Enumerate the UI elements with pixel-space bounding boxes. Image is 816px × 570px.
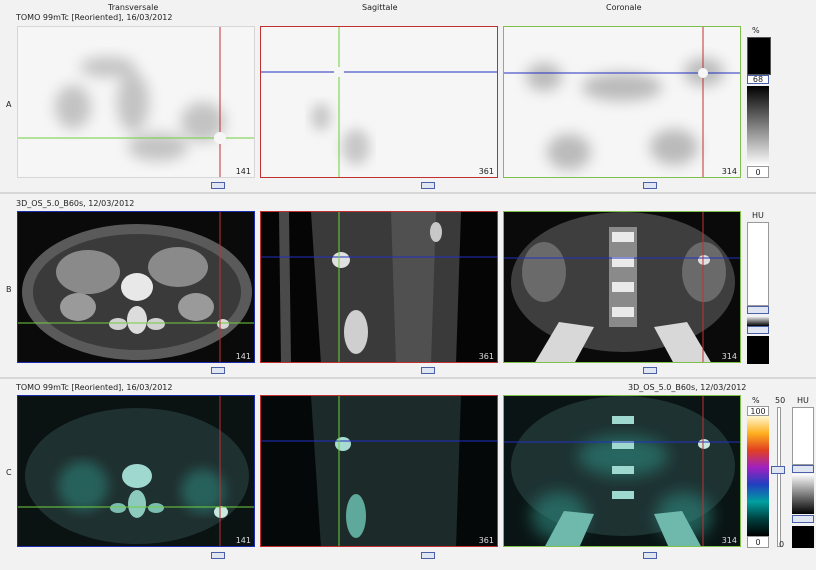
row-b-series-label: 3D_OS_5.0_B60s, 12/03/2012 [16, 199, 135, 208]
row-c-series-label-left: TOMO 99mTc [Reoriented], 16/03/2012 [16, 383, 173, 392]
row-b-transversale-view[interactable]: 141 [17, 211, 255, 363]
row-c-hu-black-block [792, 526, 814, 548]
row-a-coronale-slider[interactable] [643, 182, 657, 189]
row-a-transversale-view[interactable]: 141 [17, 26, 255, 178]
row-c-sagittale-view[interactable]: 361 [260, 395, 498, 547]
row-a-scale-value: 68 [752, 75, 764, 84]
row-c-sagittale-slider[interactable] [421, 552, 435, 559]
row-c-transversale-view[interactable]: 141 [17, 395, 255, 547]
row-c-coronale-image [504, 396, 740, 546]
row-b-coronale-image [504, 212, 740, 362]
row-c-pct-min-box: 0 [747, 536, 769, 548]
row-c-sagittale-slice-number: 361 [478, 536, 494, 545]
row-b-window-upper-handle[interactable] [747, 306, 769, 314]
header-sagittale: Sagittale [362, 3, 398, 12]
row-c-color-bar [747, 416, 769, 536]
row-c-coronale-slice-number: 314 [721, 536, 737, 545]
row-a-coronale-view[interactable]: 314 [503, 26, 741, 178]
row-c-transversale-slice-number: 141 [235, 536, 251, 545]
row-b-grayscale-ramp [747, 316, 769, 326]
row-a-grayscale-bar [747, 86, 769, 166]
row-c-transversale-slider[interactable] [211, 552, 225, 559]
row-c-letter: C [6, 468, 12, 477]
row-a-scale-top-block [747, 37, 771, 75]
row-c-hu-min: 0 [779, 540, 785, 549]
row-b-scale-black-block [747, 336, 769, 364]
row-b-sagittale-image [261, 212, 497, 362]
row-b-sagittale-slice-number: 361 [478, 352, 494, 361]
row-a-scale-unit: % [752, 26, 760, 35]
row-c-level-label: 50 [775, 396, 786, 405]
row-a-coronale-image [504, 27, 740, 177]
row-a-sagittale-slider[interactable] [421, 182, 435, 189]
row-c-series-label-right: 3D_OS_5.0_B60s, 12/03/2012 [628, 383, 747, 392]
row-b-coronale-view[interactable]: 314 [503, 211, 741, 363]
row-c-pct-unit: % [752, 396, 760, 405]
row-a-sagittale-view[interactable]: 361 [260, 26, 498, 178]
row-c-pct-min: 0 [755, 538, 761, 547]
row-c-coronale-view[interactable]: 314 [503, 395, 741, 547]
row-a-transversale-slice-number: 141 [235, 167, 251, 176]
row-c-pct-max-box: 100 [747, 406, 769, 416]
row-a-sagittale-slice-number: 361 [478, 167, 494, 176]
row-c-hu-lower-handle[interactable] [792, 515, 814, 523]
row-b-window-lower-handle[interactable] [747, 326, 769, 334]
row-c-hu-ramp [792, 474, 814, 514]
row-a-sagittale-image [261, 27, 497, 177]
row-b-transversale-slice-number: 141 [235, 352, 251, 361]
header-transversale: Transversale [108, 3, 159, 12]
row-c-level-track[interactable] [777, 407, 781, 547]
row-separator-2 [0, 377, 816, 379]
row-b-transversale-slider[interactable] [211, 367, 225, 374]
row-a-series-label: TOMO 99mTc [Reoriented], 16/03/2012 [16, 13, 173, 22]
row-a-scale-min-box: 0 [747, 166, 769, 178]
row-b-sagittale-slider[interactable] [421, 367, 435, 374]
row-c-hu-unit: HU [797, 396, 809, 405]
row-a-transversale-slider[interactable] [211, 182, 225, 189]
row-c-level-thumb[interactable] [771, 466, 785, 474]
row-a-scale-value-box[interactable]: 68 [747, 75, 769, 84]
row-a-letter: A [6, 100, 12, 109]
row-c-coronale-slider[interactable] [643, 552, 657, 559]
row-b-coronale-slice-number: 314 [721, 352, 737, 361]
header-coronale: Coronale [606, 3, 642, 12]
row-c-hu-upper-handle[interactable] [792, 465, 814, 473]
row-a-scale-min: 0 [755, 168, 761, 177]
row-c-transversale-image [18, 396, 254, 546]
row-a-coronale-slice-number: 314 [721, 167, 737, 176]
row-b-scale-unit: HU [752, 211, 764, 220]
row-b-coronale-slider[interactable] [643, 367, 657, 374]
row-b-scale-white-block [747, 222, 769, 306]
row-separator [0, 192, 816, 194]
row-a-transversale-image [18, 27, 254, 177]
row-b-sagittale-view[interactable]: 361 [260, 211, 498, 363]
row-c-pct-max: 100 [750, 407, 766, 416]
row-c-sagittale-image [261, 396, 497, 546]
row-b-letter: B [6, 285, 12, 294]
row-b-transversale-image [18, 212, 254, 362]
row-c-hu-white-block [792, 407, 814, 465]
